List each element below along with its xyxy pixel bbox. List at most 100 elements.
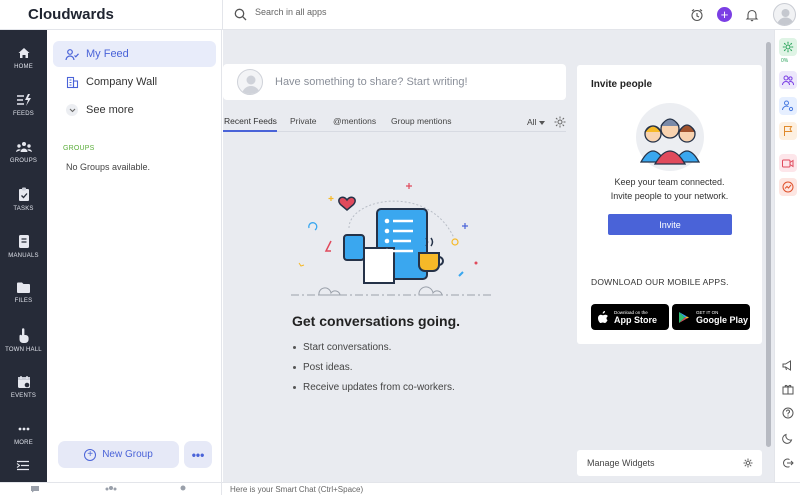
sidebar-item-see-more[interactable]: See more (53, 97, 216, 123)
manage-widgets-button[interactable]: Manage Widgets (577, 450, 762, 476)
feed-tabs: Recent Feeds Private @mentions Group men… (223, 112, 566, 132)
sidebar-item-label: My Feed (86, 48, 129, 60)
invite-button[interactable]: Invite (608, 214, 732, 235)
collapse-menu-icon[interactable] (16, 460, 30, 474)
tab-group-mentions[interactable]: Group mentions (391, 116, 451, 126)
feed-filter-dropdown[interactable]: All (527, 117, 545, 127)
main-feed: Have something to share? Start writing! … (223, 30, 774, 482)
plus-icon[interactable]: + (717, 7, 732, 22)
user-avatar-icon[interactable] (773, 3, 796, 26)
empty-state-item: Post ideas. (293, 362, 455, 373)
setup-progress-text: 0% (781, 58, 789, 64)
nav-label: EVENTS (10, 393, 37, 399)
sidebar-item-company-wall[interactable]: Company Wall (53, 69, 216, 95)
group-options-button[interactable]: ••• (184, 441, 212, 468)
main-scrollbar[interactable] (766, 42, 771, 447)
post-composer[interactable]: Have something to share? Start writing! (223, 64, 566, 100)
new-group-label: New Group (102, 449, 153, 460)
composer-placeholder: Have something to share? Start writing! (275, 76, 468, 88)
tab-private[interactable]: Private (290, 116, 316, 126)
nav-groups[interactable]: GROUPS (0, 138, 47, 182)
mobile-apps-title: DOWNLOAD OUR MOBILE APPS. (591, 277, 729, 287)
nav-home[interactable]: HOME (0, 44, 47, 88)
video-call-icon[interactable] (779, 154, 797, 172)
nav-more[interactable]: MORE (0, 420, 47, 464)
filter-label: All (527, 117, 537, 127)
team-people-icon (636, 103, 704, 171)
home-icon (18, 48, 29, 58)
bottom-bar: Here is your Smart Chat (Ctrl+Space) (0, 482, 800, 495)
empty-state-item: Receive updates from co-workers. (293, 382, 455, 393)
no-groups-text: No Groups available. (66, 162, 151, 172)
bell-icon[interactable] (743, 6, 761, 24)
google-play-button[interactable]: GET IT ON Google Play (672, 304, 750, 330)
logout-icon[interactable] (779, 454, 797, 472)
nav-files[interactable]: FILES (0, 279, 47, 323)
sidebar-item-label: Company Wall (86, 76, 158, 88)
left-nav: HOME FEEDS GROUPS TASKS MANUALS FILES TO… (0, 30, 47, 482)
feed-sidebar: My Feed Company Wall See more GROUPS No … (47, 30, 222, 482)
app-store-button[interactable]: Download on the App Store (591, 304, 669, 330)
gift-icon[interactable] (779, 380, 797, 398)
tab-recent-feeds[interactable]: Recent Feeds (224, 116, 277, 126)
analytics-icon[interactable] (779, 178, 797, 196)
feeds-icon (16, 94, 31, 106)
google-play-big-text: Google Play (696, 314, 749, 325)
filter-settings-icon[interactable] (554, 116, 566, 131)
nav-label: MORE (14, 440, 33, 446)
files-icon (17, 282, 30, 293)
invite-people-card: Invite people Keep your team connected. … (577, 65, 762, 277)
nav-label: MANUALS (8, 253, 39, 259)
empty-feed-illustration-icon (291, 183, 491, 296)
my-feed-icon (65, 47, 79, 61)
active-tab-indicator (223, 130, 277, 132)
settings-progress-icon[interactable] (779, 38, 797, 56)
chevron-down-icon (66, 104, 78, 116)
events-icon (17, 376, 30, 388)
groups-icon (15, 142, 32, 152)
nav-label: TASKS (13, 206, 34, 212)
manage-widgets-label: Manage Widgets (587, 458, 655, 468)
empty-state-list: Start conversations. Post ideas. Receive… (293, 342, 455, 402)
company-wall-icon (65, 75, 79, 89)
contacts-icon[interactable] (178, 485, 188, 493)
announcement-icon[interactable] (779, 356, 797, 374)
nav-tasks[interactable]: TASKS (0, 185, 47, 229)
chat-icon[interactable] (30, 485, 40, 493)
nav-label: TOWN HALL (5, 347, 42, 353)
apple-icon (598, 311, 608, 323)
nav-label: FEEDS (12, 111, 34, 117)
empty-state-item: Start conversations. (293, 342, 455, 353)
dark-mode-icon[interactable] (779, 429, 797, 447)
nav-town-hall[interactable]: TOWN HALL (0, 326, 47, 370)
new-group-button[interactable]: + New Group (58, 441, 179, 468)
app-store-big-text: App Store (614, 314, 658, 325)
groups-heading: GROUPS (63, 145, 95, 152)
nav-manuals[interactable]: MANUALS (0, 232, 47, 276)
channels-icon[interactable] (105, 485, 117, 493)
town-hall-icon (19, 328, 29, 343)
tasks-icon (18, 187, 29, 201)
sidebar-item-label: See more (86, 104, 134, 116)
user-settings-icon[interactable] (779, 97, 797, 115)
brand-logo[interactable]: Cloudwards (28, 6, 114, 23)
nav-label: HOME (14, 64, 33, 70)
people-icon[interactable] (779, 71, 797, 89)
nav-events[interactable]: EVENTS (0, 373, 47, 417)
nav-label: GROUPS (9, 158, 38, 164)
alarm-clock-icon[interactable] (688, 6, 706, 24)
top-header: Cloudwards + (0, 0, 800, 30)
nav-feeds[interactable]: FEEDS (0, 91, 47, 135)
help-icon[interactable] (779, 404, 797, 422)
global-search[interactable] (222, 0, 552, 30)
tab-mentions[interactable]: @mentions (333, 116, 376, 126)
sidebar-item-my-feed[interactable]: My Feed (53, 41, 216, 67)
search-input[interactable] (255, 7, 535, 17)
flag-icon[interactable] (779, 122, 797, 140)
invite-text-2: Invite people to your network. (610, 191, 729, 201)
invite-card-title: Invite people (591, 79, 653, 90)
empty-state-title: Get conversations going. (292, 313, 461, 329)
search-icon (234, 8, 247, 21)
smart-chat-input[interactable]: Here is your Smart Chat (Ctrl+Space) (230, 485, 363, 494)
nav-label: FILES (14, 298, 33, 304)
